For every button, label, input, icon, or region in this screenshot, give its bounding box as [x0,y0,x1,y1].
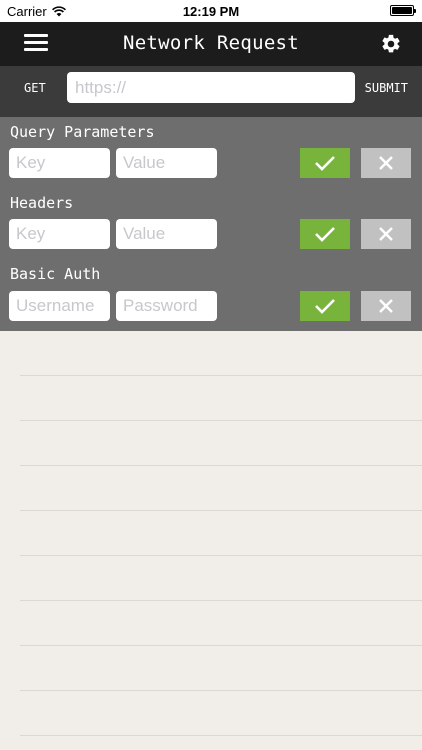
query-parameters-heading: Query Parameters [10,123,155,141]
list-separator [20,465,422,466]
checkmark-icon [315,299,335,314]
status-bar: Carrier 12:19 PM [0,0,422,22]
header-add-button[interactable] [300,219,350,249]
list-separator [20,510,422,511]
list-separator [20,645,422,646]
auth-add-button[interactable] [300,291,350,321]
list-separator [20,420,422,421]
menu-icon[interactable] [24,34,48,54]
url-input[interactable] [67,72,355,103]
list-separator [20,735,422,736]
header-key-input[interactable] [9,219,110,249]
status-time: 12:19 PM [182,4,240,19]
method-selector[interactable]: GET [24,81,46,95]
query-clear-button[interactable] [361,148,411,178]
headers-heading: Headers [10,194,74,212]
list-separator [20,690,422,691]
header-value-input[interactable] [116,219,217,249]
username-input[interactable] [9,291,110,321]
password-input[interactable] [116,291,217,321]
submit-button[interactable]: SUBMIT [365,81,408,95]
battery-icon [390,5,416,16]
query-key-input[interactable] [9,148,110,178]
auth-clear-button[interactable] [361,291,411,321]
basic-auth-heading: Basic Auth [10,265,101,283]
close-icon [379,299,393,313]
list-separator [20,555,422,556]
nav-bar: Network Request [0,22,422,66]
header-clear-button[interactable] [361,219,411,249]
query-add-button[interactable] [300,148,350,178]
gear-icon[interactable] [380,33,402,55]
list-separator [20,600,422,601]
parameters-panel: Query Parameters Headers Basic Auth [0,117,422,331]
checkmark-icon [315,156,335,171]
request-bar: GET SUBMIT [0,66,422,117]
close-icon [379,227,393,241]
page-title: Network Request [122,32,300,54]
query-value-input[interactable] [116,148,217,178]
close-icon [379,156,393,170]
list-separator [20,375,422,376]
checkmark-icon [315,227,335,242]
